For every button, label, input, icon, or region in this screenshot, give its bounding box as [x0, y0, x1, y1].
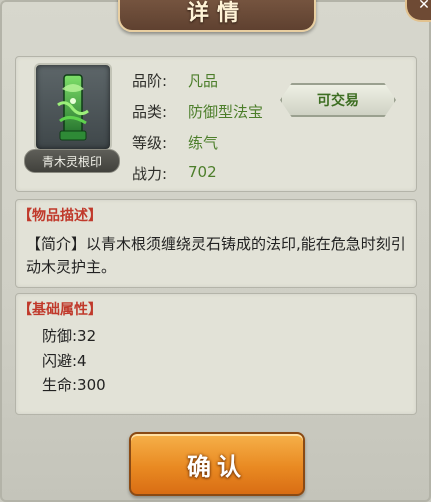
item-slot[interactable] [34, 63, 112, 151]
stat-value: 练气 [188, 134, 219, 152]
confirm-label: 确认 [187, 452, 247, 481]
stat-power: 战力: 702 [132, 163, 217, 184]
attribute-dodge: 闪避:4 [42, 352, 87, 370]
detail-dialog: 详情 ✕ 青木灵根印 品阶: 凡品 品类: 防御型法宝 等级: 练气 战力: 7… [0, 0, 431, 502]
dialog-title: 详情 [186, 1, 247, 26]
stat-value: 702 [188, 163, 217, 181]
item-name: 青木灵根印 [41, 154, 102, 169]
stat-label: 品类: [132, 103, 168, 121]
close-icon: ✕ [418, 0, 430, 13]
stat-label: 战力: [132, 165, 168, 183]
stat-level: 等级: 练气 [132, 132, 218, 153]
description-title: 【物品描述】 [18, 208, 102, 224]
title-banner: 详情 [118, 0, 316, 32]
item-name-plate: 青木灵根印 [24, 149, 120, 173]
confirm-button[interactable]: 确认 [129, 432, 305, 496]
stat-label: 等级: [132, 134, 168, 152]
stat-label: 品阶: [132, 72, 168, 90]
description-text: 【简介】以青木根须缠绕灵石铸成的法印,能在危急时刻引动木灵护主。 [26, 235, 406, 276]
tradable-label: 可交易 [317, 93, 359, 109]
tradable-badge: 可交易 [280, 83, 396, 117]
attribute-hp: 生命:300 [42, 376, 106, 394]
jade-seal-icon [57, 74, 89, 141]
attribute-defense: 防御:32 [42, 327, 97, 345]
stat-value: 防御型法宝 [188, 103, 264, 121]
attributes-title: 【基础属性】 [18, 302, 102, 318]
close-button[interactable]: ✕ [405, 0, 431, 22]
stat-quality: 品阶: 凡品 [132, 70, 218, 91]
stat-category: 品类: 防御型法宝 [132, 101, 263, 122]
stat-value: 凡品 [188, 72, 219, 90]
